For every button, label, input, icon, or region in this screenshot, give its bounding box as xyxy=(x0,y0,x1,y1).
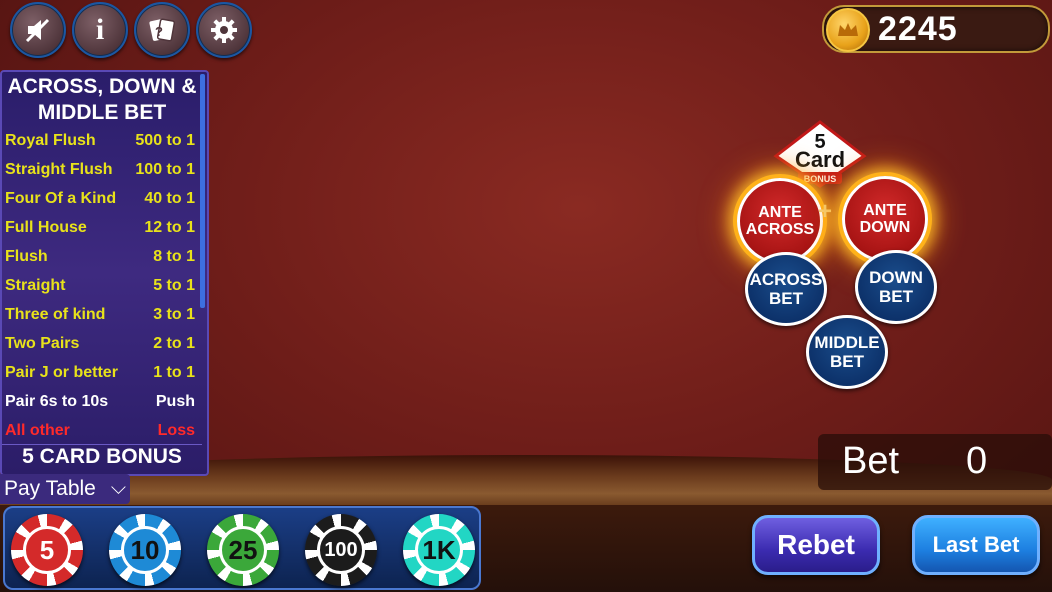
chip-label: 10 xyxy=(121,526,169,574)
pay-table-row: Three of kind 3 to 1 xyxy=(5,300,195,329)
hand-payout: 1 to 1 xyxy=(153,364,195,381)
pay-table-scrollbar[interactable] xyxy=(200,74,205,308)
crown-coin-icon xyxy=(826,8,870,52)
chip-5[interactable]: 5 xyxy=(11,514,83,586)
pay-table-title: ACROSS, DOWN & MIDDLE BET xyxy=(7,75,197,124)
gear-icon xyxy=(211,17,237,43)
ante-across-spot[interactable]: ANTE ACROSS xyxy=(737,178,823,264)
pay-table-row: Two Pairs 2 to 1 xyxy=(5,329,195,358)
hand-payout: 100 to 1 xyxy=(135,161,195,178)
middle-bet-line2: BET xyxy=(829,352,864,371)
hand-payout: 500 to 1 xyxy=(135,132,195,149)
help-cards-button[interactable]: ? xyxy=(134,2,190,58)
across-bet-line1: ACROSS xyxy=(749,270,823,289)
across-bet-line2: BET xyxy=(768,289,803,308)
hand-name: Three of kind xyxy=(5,306,106,323)
pay-table-row: Flush 8 to 1 xyxy=(5,242,195,271)
hand-payout: 8 to 1 xyxy=(153,248,195,265)
coin-balance[interactable]: 2245 xyxy=(822,5,1050,53)
hand-payout: 2 to 1 xyxy=(153,335,195,352)
chip-10[interactable]: 10 xyxy=(109,514,181,586)
middle-bet-spot[interactable]: MIDDLE BET xyxy=(806,315,888,389)
hand-name: Full House xyxy=(5,219,87,236)
down-bet-line1: DOWN xyxy=(869,268,923,287)
help-cards-icon: ? xyxy=(149,18,176,42)
info-button[interactable]: i xyxy=(72,2,128,58)
hand-name: Pair 6s to 10s xyxy=(5,393,109,410)
svg-text:?: ? xyxy=(155,24,163,39)
mute-button[interactable] xyxy=(10,2,66,58)
middle-bet-line1: MIDDLE xyxy=(814,333,880,352)
rebet-button[interactable]: Rebet xyxy=(752,515,880,575)
pay-table-panel: ACROSS, DOWN & MIDDLE BET Royal Flush 500… xyxy=(0,70,209,476)
coin-value: 2245 xyxy=(878,10,958,48)
pay-table-row: Four Of a Kind 40 to 1 xyxy=(5,184,195,213)
pay-table-row: Straight 5 to 1 xyxy=(5,271,195,300)
ante-across-line2: ACROSS xyxy=(745,221,815,238)
chip-25[interactable]: 25 xyxy=(207,514,279,586)
hand-payout: Push xyxy=(155,393,195,410)
pay-table-row: Pair 6s to 10s Push xyxy=(5,387,195,416)
five-card-bonus-header: 5 CARD BONUS xyxy=(2,444,202,469)
chip-label: 25 xyxy=(219,526,267,574)
last-bet-button[interactable]: Last Bet xyxy=(912,515,1040,575)
pay-table-toggle-label: Pay Table xyxy=(4,477,96,500)
hand-name: Two Pairs xyxy=(5,335,80,352)
ante-down-spot[interactable]: ANTE DOWN xyxy=(842,176,928,262)
hand-name: Royal Flush xyxy=(5,132,96,149)
plus-sign: + xyxy=(818,198,833,225)
ante-down-line2: DOWN xyxy=(859,219,911,236)
chip-label: 100 xyxy=(317,526,365,574)
info-icon: i xyxy=(95,13,105,46)
hand-name: Flush xyxy=(5,248,48,265)
pay-table-row: Pair J or better 1 to 1 xyxy=(5,358,195,387)
pay-table-row: All other Loss xyxy=(5,416,195,445)
settings-button[interactable] xyxy=(196,2,252,58)
hand-name: Pair J or better xyxy=(5,364,118,381)
ante-across-line1: ANTE xyxy=(758,204,802,221)
hand-name: Straight Flush xyxy=(5,161,113,178)
speaker-muted-icon xyxy=(25,18,50,43)
hand-name: Four Of a Kind xyxy=(5,190,117,207)
pay-table-row: Straight Flush 100 to 1 xyxy=(5,155,195,184)
hand-name: All other xyxy=(5,422,70,439)
pay-table-row: Full House 12 to 1 xyxy=(5,213,195,242)
chip-1k[interactable]: 1K xyxy=(403,514,475,586)
down-bet-line2: BET xyxy=(878,287,913,306)
chip-label: 5 xyxy=(23,526,71,574)
hand-payout: 40 to 1 xyxy=(144,190,195,207)
chevron-down-icon: ⌵ xyxy=(110,477,126,499)
chip-tray: 5 10 25 100 1K xyxy=(3,506,481,590)
down-bet-spot[interactable]: DOWN BET xyxy=(855,250,937,324)
logo-card-text: Card xyxy=(795,147,845,172)
pay-table-row: Royal Flush 500 to 1 xyxy=(5,126,195,155)
hand-payout: 12 to 1 xyxy=(144,219,195,236)
bet-display: Bet 0 xyxy=(818,434,1052,490)
hand-name: Straight xyxy=(5,277,66,294)
chip-label: 1K xyxy=(415,526,463,574)
chip-100[interactable]: 100 xyxy=(305,514,377,586)
hand-payout: Loss xyxy=(157,422,195,439)
ante-down-line1: ANTE xyxy=(863,202,907,219)
hand-payout: 5 to 1 xyxy=(153,277,195,294)
bet-label: Bet xyxy=(842,440,900,482)
logo-bonus-text: BONUS xyxy=(804,174,837,184)
bet-value: 0 xyxy=(966,440,988,482)
across-bet-spot[interactable]: ACROSS BET xyxy=(745,252,827,326)
hand-payout: 3 to 1 xyxy=(153,306,195,323)
pay-table-toggle[interactable]: Pay Table ⌵ xyxy=(0,474,130,504)
